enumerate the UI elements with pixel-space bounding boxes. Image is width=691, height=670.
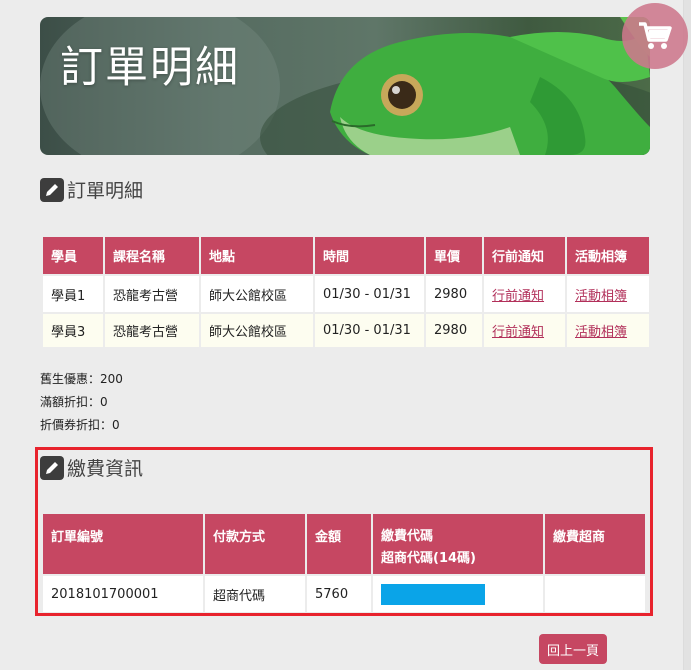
cell-code (373, 576, 543, 612)
cell-order-no: 2018101700001 (43, 576, 203, 612)
col-amount: 金額 (307, 514, 371, 574)
cell-location: 師大公館校區 (201, 276, 313, 312)
pencil-icon (40, 455, 64, 480)
col-location: 地點 (201, 237, 313, 274)
col-student: 學員 (43, 237, 103, 274)
col-method: 付款方式 (205, 514, 305, 574)
back-button[interactable]: 回上一頁 (539, 634, 607, 664)
order-section-heading: 訂單明細 (40, 176, 143, 203)
table-row: 學員1 恐龍考古營 師大公館校區 01/30 - 01/31 2980 行前通知… (43, 276, 649, 312)
shopping-cart-icon (639, 22, 672, 49)
notice-link[interactable]: 行前通知 (492, 325, 544, 340)
cell-price: 2980 (426, 276, 482, 312)
page-scroll-strip (683, 0, 691, 670)
page-banner: 訂單明細 (40, 17, 650, 155)
returning-discount: 舊生優惠：200 (40, 372, 123, 386)
col-store: 繳費超商 (545, 514, 645, 574)
cell-course: 恐龍考古營 (105, 276, 199, 312)
threshold-discount: 滿額折扣：0 (40, 395, 108, 409)
album-link[interactable]: 活動相簿 (575, 289, 627, 304)
order-table: 學員 課程名稱 地點 時間 單價 行前通知 活動相簿 學員1 恐龍考古營 師大公… (41, 235, 651, 349)
payment-section-heading: 繳費資訊 (40, 454, 143, 481)
col-order-no: 訂單編號 (43, 514, 203, 574)
cell-price: 2980 (426, 314, 482, 347)
table-row: 學員3 恐龍考古營 師大公館校區 01/30 - 01/31 2980 行前通知… (43, 314, 649, 347)
cell-method: 超商代碼 (205, 576, 305, 612)
album-link[interactable]: 活動相簿 (575, 325, 627, 340)
order-section-title: 訂單明細 (67, 180, 144, 202)
cell-student: 學員1 (43, 276, 103, 312)
notice-link[interactable]: 行前通知 (492, 289, 544, 304)
banner-title: 訂單明細 (60, 43, 240, 93)
cell-time: 01/30 - 01/31 (315, 314, 424, 347)
col-notice: 行前通知 (484, 237, 565, 274)
col-price: 單價 (426, 237, 482, 274)
payment-table: 訂單編號 付款方式 金額 繳費代碼 超商代碼(14碼) 繳費超商 2018101… (41, 512, 647, 614)
cell-course: 恐龍考古營 (105, 314, 199, 347)
pencil-icon (40, 177, 64, 202)
payment-table-header-row: 訂單編號 付款方式 金額 繳費代碼 超商代碼(14碼) 繳費超商 (43, 514, 645, 574)
payment-code-redacted (381, 583, 485, 605)
order-table-header-row: 學員 課程名稱 地點 時間 單價 行前通知 活動相簿 (43, 237, 649, 274)
coupon-discount: 折價券折扣：0 (40, 418, 120, 432)
cell-student: 學員3 (43, 314, 103, 347)
table-row: 2018101700001 超商代碼 5760 (43, 576, 645, 612)
col-course: 課程名稱 (105, 237, 199, 274)
payment-section-title: 繳費資訊 (67, 458, 144, 480)
cell-location: 師大公館校區 (201, 314, 313, 347)
discount-notes: 舊生優惠：200 滿額折扣：0 折價券折扣：0 (40, 368, 123, 437)
col-code: 繳費代碼 超商代碼(14碼) (373, 514, 543, 574)
cell-amount: 5760 (307, 576, 371, 612)
cell-store (545, 576, 645, 612)
col-album: 活動相簿 (567, 237, 649, 274)
col-time: 時間 (315, 237, 424, 274)
cell-time: 01/30 - 01/31 (315, 276, 424, 312)
cart-button[interactable] (622, 3, 688, 69)
